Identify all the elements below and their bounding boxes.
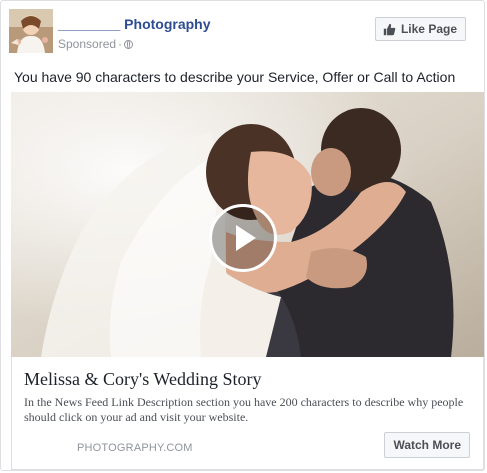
thumbs-up-icon [383,23,396,35]
video-thumbnail[interactable] [11,92,484,357]
avatar-photo [9,9,53,53]
link-domain: PHOTOGRAPHY.COM [77,442,193,454]
page-avatar[interactable] [9,9,53,53]
page-name-link[interactable]: ________ Photography [58,16,211,32]
play-icon [236,225,256,251]
meta-separator: · [118,37,123,51]
watch-more-button[interactable]: Watch More [384,432,470,458]
link-preview[interactable]: Melissa & Cory's Wedding Story In the Ne… [11,357,484,470]
sponsored-post-card: ________ Photography Sponsored · Like Pag… [0,0,485,471]
post-header: ________ Photography Sponsored · Like Pag… [9,9,476,55]
like-page-label: Like Page [400,22,457,36]
sponsored-text[interactable]: Sponsored [58,37,116,51]
link-title[interactable]: Melissa & Cory's Wedding Story [24,369,261,390]
like-page-button[interactable]: Like Page [374,17,466,41]
link-description: In the News Feed Link Description sectio… [24,395,464,424]
sponsored-label: Sponsored · [58,37,134,51]
post-text: You have 90 characters to describe your … [14,69,456,85]
globe-icon [124,40,134,49]
play-button[interactable] [209,204,277,272]
